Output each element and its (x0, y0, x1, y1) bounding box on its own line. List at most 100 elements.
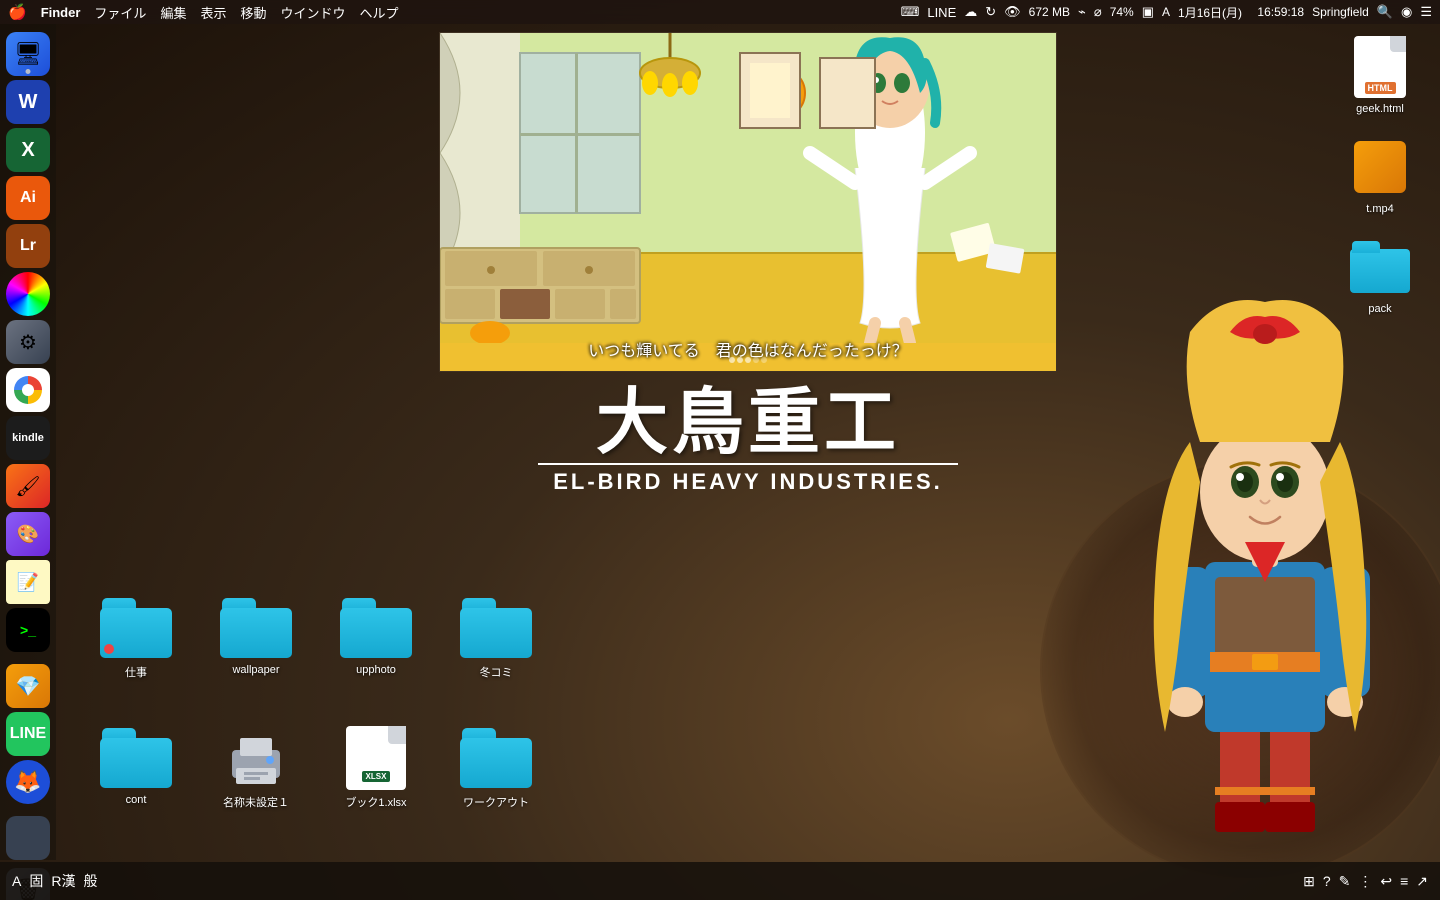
taskbar-help-icon[interactable]: ? (1323, 873, 1331, 889)
video-player[interactable]: いつも輝いてる 君の色はなんだったっけ？ (439, 32, 1057, 372)
menubar-control-icon[interactable]: ☰ (1420, 4, 1432, 20)
logo-japanese: 大鳥重工 (596, 387, 900, 459)
dock-kindle[interactable]: kindle (6, 416, 50, 460)
menubar-screen-icon[interactable]: ▣ (1142, 4, 1154, 20)
menubar-search-icon[interactable]: 🔍 (1377, 4, 1393, 20)
menubar-siri-icon[interactable]: ◉ (1401, 4, 1412, 20)
geek-html-icon: HTML (1348, 35, 1412, 99)
folder-fuyukomi[interactable]: 冬コミ (436, 590, 556, 720)
folder-wallpaper[interactable]: wallpaper (196, 590, 316, 720)
taskbar-back-icon[interactable]: ↩ (1380, 873, 1392, 890)
taskbar-edit-icon[interactable]: ✎ (1339, 873, 1351, 890)
file-pack[interactable]: pack (1340, 235, 1420, 315)
menubar-right: ⌨ LINE ☁ ↻ 👁 672 MB ⌁ ⌀ 74% ▣ A 1月16日(月)… (901, 4, 1432, 21)
dock-firefox[interactable]: 🦊 (6, 760, 50, 804)
file-meishou[interactable]: 名称未設定１ (196, 720, 316, 850)
dock-paint2[interactable]: 🎨 (6, 512, 50, 556)
menubar: 🍎 Finder ファイル 編集 表示 移動 ウインドウ ヘルプ ⌨ LINE … (0, 0, 1440, 24)
taskbar-menu-icon[interactable]: ⋮ (1358, 873, 1372, 890)
file-geek-html[interactable]: HTML geek.html (1340, 35, 1420, 115)
menubar-view[interactable]: 表示 (200, 3, 226, 22)
xlsx-label: ブック1.xlsx (345, 794, 406, 810)
menubar-battery: 74% (1110, 5, 1134, 19)
logo-divider (538, 463, 958, 465)
desktop-folders-grid: 仕事 wallpaper upphoto 冬コミ (76, 590, 556, 850)
dock-line[interactable]: LINE (6, 712, 50, 756)
desktop: 🍎 Finder ファイル 編集 表示 移動 ウインドウ ヘルプ ⌨ LINE … (0, 0, 1440, 900)
dock-finder[interactable]: 🖥 (6, 32, 50, 76)
video-content: いつも輝いてる 君の色はなんだったっけ？ (440, 33, 1056, 371)
t-mp4-icon (1348, 135, 1412, 199)
menubar-terminal-icon: ⌨ (901, 4, 920, 20)
file-t-mp4[interactable]: t.mp4 (1340, 135, 1420, 215)
t-mp4-label: t.mp4 (1366, 203, 1394, 215)
taskbar-general[interactable]: 般 (83, 871, 97, 891)
dock-sketch[interactable]: 💎 (6, 664, 50, 708)
dock-colorwheel[interactable] (6, 272, 50, 316)
menubar-edit[interactable]: 編集 (160, 3, 186, 22)
upphoto-folder-icon (340, 598, 412, 658)
menubar-left: 🍎 Finder ファイル 編集 表示 移動 ウインドウ ヘルプ (8, 3, 399, 22)
html-file-type: HTML (1365, 82, 1396, 94)
taskbar-kanji[interactable]: 固 (29, 871, 43, 891)
menubar-location: Springfield (1312, 5, 1369, 19)
menubar-date: 1月16日(月) (1178, 4, 1242, 21)
cont-label: cont (126, 794, 147, 806)
desktop-files: HTML geek.html t.mp4 pack (1340, 35, 1420, 315)
dock-chrome[interactable] (6, 368, 50, 412)
cont-folder-icon (100, 728, 172, 788)
pack-label: pack (1368, 303, 1391, 315)
logo-area: 大鳥重工 EL-BIRD HEAVY INDUSTRIES. (458, 387, 1038, 495)
menubar-file[interactable]: ファイル (94, 3, 146, 22)
dock-lightroom[interactable]: Lr (6, 224, 50, 268)
fuyukomi-label: 冬コミ (480, 664, 513, 680)
folder-workout[interactable]: ワークアウト (436, 720, 556, 850)
apple-menu[interactable]: 🍎 (8, 3, 27, 21)
taskbar-input-a[interactable]: A (12, 873, 21, 889)
xlsx-type-label: XLSX (362, 771, 391, 782)
workout-folder-icon (460, 728, 532, 788)
taskbar-fullscreen-icon[interactable]: ↗ (1416, 873, 1428, 890)
menubar-input-icon: A (1162, 5, 1170, 19)
shigoto-notification-dot (104, 644, 114, 654)
menubar-finder[interactable]: Finder (41, 5, 81, 20)
workout-label: ワークアウト (463, 794, 529, 810)
taskbar: A 固 R漢 般 ⊞ ? ✎ ⋮ ↩ ≡ ↗ (0, 862, 1440, 900)
wallpaper-character (1100, 282, 1440, 862)
folder-shigoto[interactable]: 仕事 (76, 590, 196, 720)
folder-upphoto[interactable]: upphoto (316, 590, 436, 720)
video-scene-svg (440, 33, 1056, 343)
dock-utility[interactable]: ⚙ (6, 320, 50, 364)
menubar-sync-icon[interactable]: ↻ (985, 4, 996, 20)
xlsx-icon-wrap: XLSX (340, 728, 412, 788)
menubar-memory: 672 MB (1029, 5, 1070, 19)
menubar-go[interactable]: 移動 (240, 3, 266, 22)
dock-word[interactable]: W (6, 80, 50, 124)
dock-terminal[interactable]: >_ (6, 608, 50, 652)
dock-paint1[interactable]: 🖌 (6, 464, 50, 508)
menubar-eye-icon[interactable]: 👁 (1004, 4, 1021, 20)
menubar-bluetooth-icon[interactable]: ⌁ (1078, 4, 1086, 20)
menubar-window[interactable]: ウインドウ (280, 3, 345, 22)
taskbar-list-icon[interactable]: ≡ (1400, 873, 1408, 889)
menubar-dropbox-icon[interactable]: ☁ (964, 4, 977, 20)
wallpaper-label: wallpaper (232, 664, 279, 676)
xlsx-file-icon: XLSX (346, 726, 406, 790)
dock-illustrator[interactable]: Ai (6, 176, 50, 220)
dock-notepad[interactable]: 📝 (6, 560, 50, 604)
dock-collage[interactable] (6, 816, 50, 860)
fuyukomi-folder-icon (460, 598, 532, 658)
file-book1-xlsx[interactable]: XLSX ブック1.xlsx (316, 720, 436, 850)
dock-excel[interactable]: X (6, 128, 50, 172)
menubar-wifi-icon[interactable]: ⌀ (1094, 4, 1102, 20)
menubar-time: 16:59:18 (1257, 5, 1304, 19)
folder-cont[interactable]: cont (76, 720, 196, 850)
geek-html-label: geek.html (1356, 103, 1404, 115)
menubar-help[interactable]: ヘルプ (360, 3, 399, 22)
wallpaper-folder-icon (220, 598, 292, 658)
pack-icon (1348, 235, 1412, 299)
taskbar-romaji[interactable]: R漢 (51, 871, 75, 891)
video-play-indicator (729, 357, 767, 363)
taskbar-grid-icon[interactable]: ⊞ (1303, 873, 1315, 890)
taskbar-left: A 固 R漢 般 (12, 871, 97, 891)
